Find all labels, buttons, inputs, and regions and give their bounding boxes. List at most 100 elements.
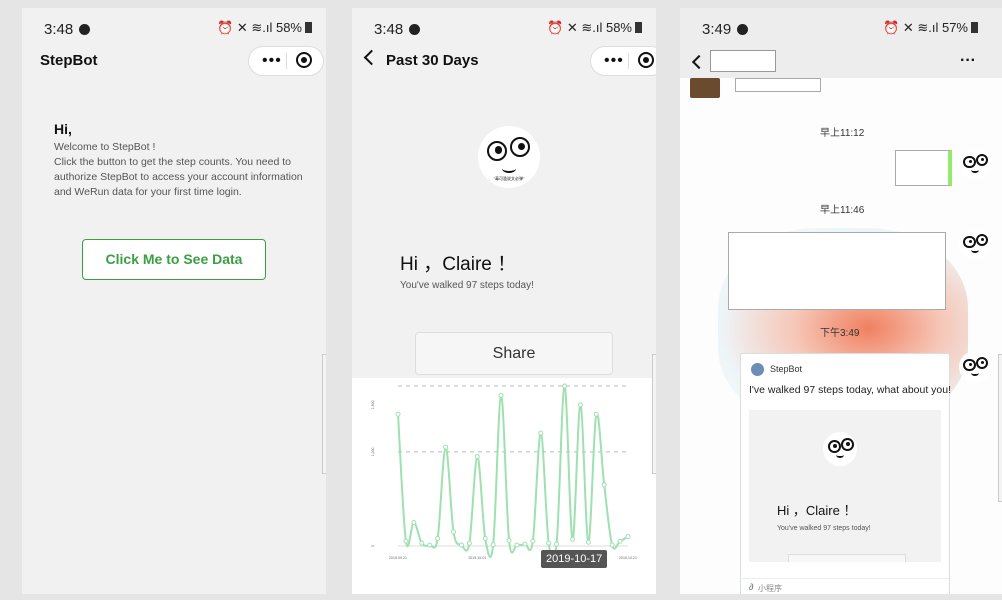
series-line [397,384,629,562]
card-footer: ∂ 小程序 [741,578,949,594]
data-point [506,537,512,543]
tooltip-date: 2019-10-17 [546,553,603,565]
status-dot-icon [409,24,421,35]
status-time: 3:49 [702,21,749,38]
y-tick-label: 0 [371,545,375,547]
data-point [625,534,631,540]
x-tick-label: 2019-10-01 [468,556,486,560]
mascot-mouth [835,452,845,459]
chat-body: 早上11:12 早上11:46 下午3:49 StepBot I've walk… [680,78,1002,594]
x-tick-label: 2019-10-21 [619,556,637,560]
battery-icon [305,22,312,33]
page-title: Past 30 Days [386,52,479,69]
mascot-eye-right [840,438,854,451]
x-tick-label: 2019-09-21 [389,556,407,560]
screen-chat: 3:49 ⏰ ✕ ≋.ıl 57% ··· 早上11:12 早上11:46 下午… [680,8,1002,594]
close-target-icon[interactable] [296,52,312,68]
data-point [490,542,496,548]
status-bar: 3:48 ⏰ ✕ ≋.ıl 58% [352,8,656,42]
data-point [530,538,536,544]
page-title: StepBot [40,52,98,69]
chat-title-box [710,50,776,72]
data-point [562,383,568,389]
self-avatar [959,228,991,260]
steps-line-chart: 0 1,000 1,500 2019-09-21 2019-10-01 2019-10-1… [371,383,637,562]
more-dots-icon[interactable]: ••• [604,52,624,70]
scroll-handle[interactable] [998,354,1002,502]
data-point [609,542,615,548]
status-icons: ⏰ ✕ ≋.ıl 57% [883,20,978,36]
capsule-divider [628,53,629,69]
card-app-icon [751,363,764,376]
data-point [593,411,599,417]
mascot-eye-left [827,440,841,453]
capsule-menu[interactable]: ••• [248,46,324,76]
screen-past-30-days: 3:48 ⏰ ✕ ≋.ıl 58% Past 30 Days ••• "毒可滥说… [352,8,656,594]
greeting: Hi, [54,121,72,137]
card-share-button [788,554,906,562]
y-tick-label: 1,000 [371,447,375,456]
data-point [435,535,441,541]
data-point [458,542,464,548]
capsule-divider [286,53,287,69]
data-point [411,519,417,525]
y-tick-label: 1,500 [371,400,375,409]
status-icons: ⏰ ✕ ≋.ıl 58% [217,20,312,36]
more-dots-icon[interactable]: ••• [262,52,282,70]
mini-program-card[interactable]: StepBot I've walked 97 steps today, what… [740,353,951,594]
mascot-avatar: "毒可滥说文必弹" [478,126,540,188]
capsule-menu[interactable]: ••• [590,46,656,76]
self-avatar [959,351,991,383]
screen-home: 3:48 ⏰ ✕ ≋.ıl 58% StepBot ••• Hi, Welcom… [22,8,326,594]
mascot-mouth [501,163,517,173]
timestamp: 早上11:46 [820,205,865,216]
data-point [482,535,488,541]
mascot-eye-left [963,235,976,248]
message-bubble-left [735,78,821,92]
see-data-button-label: Click Me to See Data [105,251,243,267]
mascot-eye-right [510,137,531,158]
scroll-handle[interactable] [322,354,326,474]
timestamp: 下午3:49 [820,328,860,339]
back-chevron-icon[interactable] [691,54,707,70]
card-hi-name: Hi ，Claire ！ [777,503,857,518]
mascot-eye-left [963,358,976,371]
data-point [514,542,520,548]
status-bar: 3:49 ⏰ ✕ ≋.ıl 57% [680,8,1002,42]
card-steps-text: You've walked 97 steps today! [777,525,871,532]
mascot-eye-left [963,155,976,168]
data-point [498,392,504,398]
data-point [585,539,591,545]
share-button-label: Share [492,345,536,362]
mascot-eye-right [975,356,988,370]
scroll-handle[interactable] [652,354,656,474]
mascot-mouth [971,370,979,377]
status-icons: ⏰ ✕ ≋.ıl 58% [547,20,642,36]
data-point [443,444,449,450]
instructions-text: Click the button to get the step counts.… [54,156,303,198]
data-point [617,538,623,544]
see-data-button[interactable]: Click Me to See Data [82,239,266,280]
back-chevron-icon[interactable] [363,49,380,66]
timestamp: 早上11:12 [820,128,865,139]
share-button[interactable]: Share [415,332,613,375]
data-point [546,540,552,546]
data-point [419,540,425,546]
message-bubble-right [895,150,952,186]
data-point [474,454,480,460]
message-bubble-left [728,232,946,310]
card-mascot [823,432,857,466]
status-dot-icon [79,24,91,35]
status-time: 3:48 [374,21,421,38]
chart-tooltip: 2019-10-17 [541,550,608,568]
more-options-icon[interactable]: ··· [960,52,976,70]
data-point [577,402,583,408]
battery-icon [635,22,642,33]
contact-avatar [690,78,720,98]
mascot-eye-right [975,153,988,167]
welcome-text: Welcome to StepBot ! [54,141,156,153]
close-target-icon[interactable] [638,52,654,68]
data-point [395,411,401,417]
mascot-mouth [971,167,979,174]
card-preview: Hi ，Claire ！ You've walked 97 steps toda… [749,410,941,562]
